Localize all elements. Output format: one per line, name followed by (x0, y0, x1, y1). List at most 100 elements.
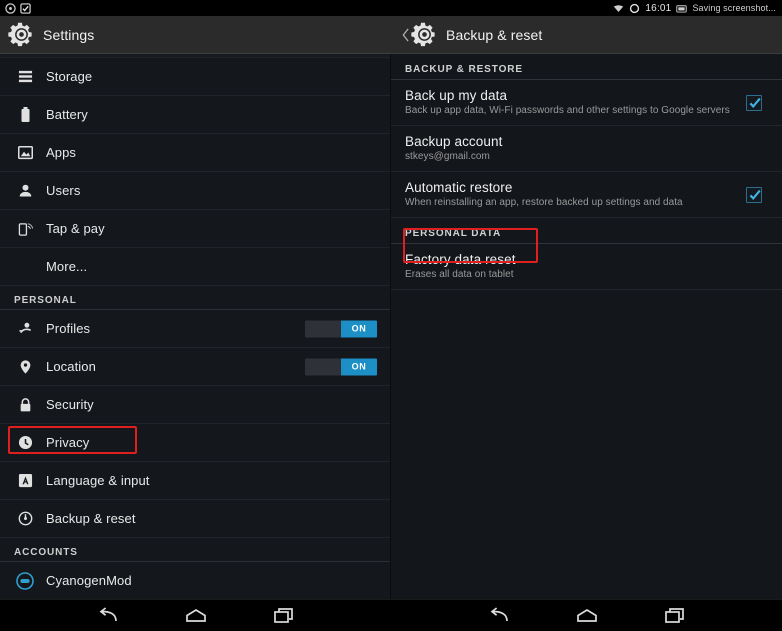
back-arrow-icon (490, 607, 508, 622)
sidebar-item-apps[interactable]: Apps (0, 134, 391, 172)
back-arrow-icon (99, 607, 117, 622)
screenshot-icon (676, 4, 688, 13)
sidebar-item-backup-reset[interactable]: Backup & reset (0, 500, 391, 538)
settings-sidebar[interactable]: Storage Battery Apps Users Tap & pay Mor… (0, 54, 391, 599)
row-title: Automatic restore (405, 180, 513, 195)
backup-reset-icon (14, 511, 36, 526)
ring-icon (630, 3, 640, 13)
detail-section-backup-restore: BACKUP & RESTORE (391, 54, 782, 80)
home-icon (185, 609, 206, 622)
sidebar-item-label: Apps (46, 145, 77, 160)
recents-icon (664, 608, 684, 623)
sidebar-item-label: More... (46, 259, 88, 274)
sidebar-item-label: CyanogenMod (46, 573, 132, 588)
cyanogenmod-icon (14, 571, 36, 590)
settings-gear-icon (411, 22, 435, 47)
home-button[interactable] (574, 605, 600, 627)
back-up-my-data-checkbox[interactable] (746, 94, 762, 111)
profiles-icon (14, 321, 36, 336)
sidebar-item-more[interactable]: More... (0, 248, 391, 286)
status-bar-right: 16:01 Saving screenshot... (613, 3, 782, 14)
right-pane-title: Backup & reset (446, 26, 543, 43)
sidebar-item-label: Location (46, 359, 96, 374)
storage-icon (14, 69, 36, 84)
circle-glyph-icon (5, 2, 16, 14)
recents-button[interactable] (662, 605, 688, 627)
sidebar-item-privacy[interactable]: Privacy (0, 424, 391, 462)
toggle-on-label: ON (341, 358, 377, 375)
sidebar-item-label: Storage (46, 69, 93, 84)
language-input-icon (14, 473, 36, 488)
detail-section-personal-data: PERSONAL DATA (391, 218, 782, 244)
row-title: Backup account (405, 134, 503, 149)
security-lock-icon (14, 397, 36, 413)
right-pane-header[interactable]: Backup & reset (391, 16, 782, 53)
home-icon (576, 609, 597, 622)
sidebar-item-battery[interactable]: Battery (0, 96, 391, 134)
row-subtitle: Erases all data on tablet (405, 269, 514, 280)
location-pin-icon (14, 359, 36, 375)
recents-button[interactable] (271, 605, 297, 627)
row-subtitle: Back up app data, Wi-Fi passwords and ot… (405, 105, 730, 116)
sidebar-item-profiles[interactable]: Profiles ON (0, 310, 391, 348)
sidebar-item-label: Backup & reset (46, 511, 136, 526)
row-subtitle: stkeys@gmail.com (405, 151, 490, 162)
status-bar-left-icons (0, 2, 31, 14)
checkbox-notification-icon (20, 2, 31, 14)
sidebar-item-tap-and-pay[interactable]: Tap & pay (0, 210, 391, 248)
sidebar-item-label: Users (46, 183, 81, 198)
sidebar-item-label: Privacy (46, 435, 90, 450)
action-bar: Settings Backup & reset (0, 16, 782, 54)
users-person-icon (14, 183, 36, 198)
back-chevron-icon[interactable] (401, 27, 410, 42)
wifi-icon (614, 4, 624, 12)
automatic-restore-checkbox[interactable] (746, 186, 762, 203)
settings-gear-icon (8, 22, 32, 47)
nav-buttons-left (0, 600, 391, 631)
system-navigation-bar (0, 599, 782, 631)
left-pane-title: Settings (43, 26, 95, 43)
status-bar: 16:01 Saving screenshot... (0, 0, 782, 16)
sidebar-item-label: Tap & pay (46, 221, 105, 236)
sidebar-section-personal: PERSONAL (0, 286, 391, 310)
recents-icon (273, 608, 293, 623)
back-button[interactable] (486, 605, 512, 627)
backup-reset-detail-pane[interactable]: BACKUP & RESTORE Back up my data Back up… (391, 54, 782, 599)
row-title: Factory data reset (405, 252, 516, 267)
back-button[interactable] (95, 605, 121, 627)
sidebar-item-security[interactable]: Security (0, 386, 391, 424)
row-subtitle: When reinstalling an app, restore backed… (405, 197, 683, 208)
detail-row-back-up-my-data[interactable]: Back up my data Back up app data, Wi-Fi … (391, 80, 782, 126)
sidebar-item-label: Profiles (46, 321, 91, 336)
home-button[interactable] (183, 605, 209, 627)
sidebar-item-label: Battery (46, 107, 88, 122)
check-icon (749, 189, 761, 200)
location-toggle[interactable]: ON (305, 358, 377, 375)
tap-and-pay-icon (14, 221, 36, 237)
sidebar-item-language-input[interactable]: Language & input (0, 462, 391, 500)
sidebar-account-cyanogenmod[interactable]: CyanogenMod (0, 562, 391, 599)
detail-row-backup-account[interactable]: Backup account stkeys@gmail.com (391, 126, 782, 172)
sidebar-item-label: Security (46, 397, 94, 412)
left-pane-header[interactable]: Settings (0, 16, 391, 53)
profiles-toggle[interactable]: ON (305, 320, 377, 337)
toggle-off-track (305, 358, 341, 375)
privacy-icon (14, 435, 36, 450)
battery-icon (14, 106, 36, 123)
nav-buttons-right (391, 600, 782, 631)
sidebar-section-accounts: ACCOUNTS (0, 538, 391, 562)
sidebar-item-location[interactable]: Location ON (0, 348, 391, 386)
android-settings-screen: 16:01 Saving screenshot... Settings Back… (0, 0, 782, 631)
check-icon (749, 97, 761, 108)
apps-image-icon (14, 145, 36, 160)
detail-row-factory-data-reset[interactable]: Factory data reset Erases all data on ta… (391, 244, 782, 290)
detail-row-automatic-restore[interactable]: Automatic restore When reinstalling an a… (391, 172, 782, 218)
sidebar-item-users[interactable]: Users (0, 172, 391, 210)
sidebar-item-label: Language & input (46, 473, 150, 488)
content-panes: Storage Battery Apps Users Tap & pay Mor… (0, 54, 782, 599)
sidebar-item-storage[interactable]: Storage (0, 58, 391, 96)
toggle-on-label: ON (341, 320, 377, 337)
status-bar-message: Saving screenshot... (692, 3, 776, 13)
status-bar-clock: 16:01 (645, 2, 672, 14)
row-title: Back up my data (405, 88, 508, 103)
